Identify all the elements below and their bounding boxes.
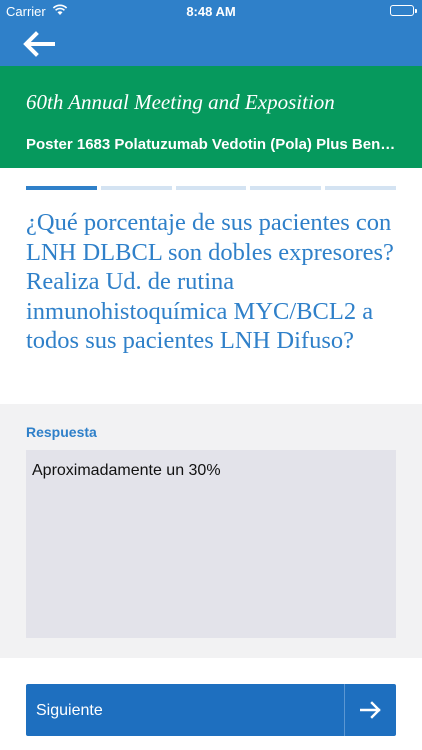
status-bar: Carrier 8:48 AM xyxy=(0,0,422,22)
arrow-right-icon xyxy=(359,700,382,725)
nav-bar xyxy=(0,22,422,66)
status-time: 8:48 AM xyxy=(186,4,236,19)
answer-textarea[interactable]: Aproximadamente un 30% xyxy=(26,450,396,638)
battery-tip xyxy=(415,9,417,13)
progress-step-4 xyxy=(250,186,322,190)
answer-label: Respuesta xyxy=(26,424,97,440)
next-button-label: Siguiente xyxy=(36,702,103,719)
back-button[interactable] xyxy=(22,28,56,60)
question-progress xyxy=(26,186,396,190)
meeting-header: 60th Annual Meeting and Exposition Poste… xyxy=(0,66,422,168)
battery-icon xyxy=(390,5,417,16)
progress-step-1 xyxy=(26,186,97,190)
progress-step-5 xyxy=(325,186,396,190)
poster-title: Poster 1683 Polatuzumab Vedotin (Pola) P… xyxy=(26,136,396,153)
answer-section: Respuesta Aproximadamente un 30% xyxy=(0,404,422,658)
next-button[interactable]: Siguiente xyxy=(26,684,396,736)
progress-step-3 xyxy=(175,186,247,190)
back-arrow-icon xyxy=(23,31,55,57)
meeting-title: 60th Annual Meeting and Exposition xyxy=(26,90,335,114)
progress-step-2 xyxy=(100,186,172,190)
question-text: ¿Qué porcentaje de sus pacientes con LNH… xyxy=(26,209,394,354)
next-button-divider xyxy=(344,684,345,736)
